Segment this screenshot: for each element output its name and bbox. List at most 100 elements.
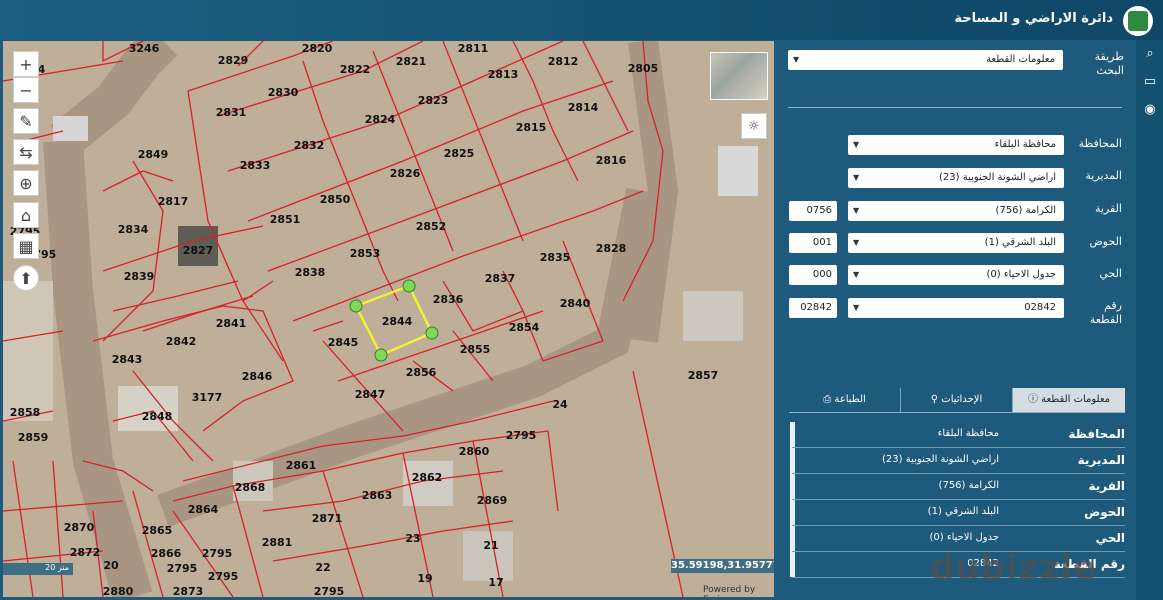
vertex-handle[interactable] xyxy=(349,299,363,313)
parcel-number-label: 2855 xyxy=(460,343,491,356)
parcel-number-label: 2835 xyxy=(540,251,571,264)
info-value: جدول الاحياء (0) xyxy=(929,532,1000,543)
parcel-number-label: 17 xyxy=(488,576,503,589)
info-tabs: ⓘ معلومات القطعة ⚲ الإحداثيات ⎙ الطباعة xyxy=(789,388,1125,412)
parcel-number-label: 2872 xyxy=(70,546,101,559)
chevron-down-icon: ▼ xyxy=(853,238,860,247)
overview-map[interactable] xyxy=(710,52,768,100)
parcel-number-label: 2848 xyxy=(142,410,173,423)
vertex-handle[interactable] xyxy=(402,279,416,293)
village-label: القرية xyxy=(1094,202,1122,215)
village-code-input[interactable]: 0756 xyxy=(789,201,837,221)
parcel-number-label: 2857 xyxy=(688,369,719,382)
chevron-down-icon: ▼ xyxy=(853,303,860,312)
chevron-down-icon: ▼ xyxy=(853,270,860,279)
parcel-number-label: 24 xyxy=(552,398,568,411)
parcel-number-label: 2880 xyxy=(103,585,134,597)
district-label: الحي xyxy=(1099,267,1122,280)
draw-icon[interactable]: ✎ xyxy=(13,108,39,134)
parcel-number-label: 2826 xyxy=(390,167,421,180)
tab-coordinates[interactable]: ⚲ الإحداثيات xyxy=(901,388,1013,412)
parcel-number-label: 2837 xyxy=(485,272,516,285)
parcel-number-label: 2858 xyxy=(10,406,41,419)
parcel-number-label: 22 xyxy=(315,561,330,574)
info-key: القرية xyxy=(1088,479,1125,493)
scale-bar: 20 متر xyxy=(3,563,73,575)
parcel-number-label: 2868 xyxy=(235,481,266,494)
parcel-number-label: 2811 xyxy=(458,42,489,55)
parcel-label: رقم القطعة xyxy=(1089,299,1122,326)
parcel-number-label: 2830 xyxy=(268,86,299,99)
parcel-number-label: 2840 xyxy=(560,297,591,310)
chevron-down-icon: ▼ xyxy=(793,55,800,64)
directorate-select[interactable]: ▼ اراضي الشونة الجنوبية (23) xyxy=(848,168,1064,188)
parcel-code-input[interactable]: 02842 xyxy=(789,298,837,318)
governorate-value: محافظة البلقاء xyxy=(994,139,1056,150)
parcel-number-label: 23 xyxy=(405,532,420,545)
pin-icon: ⚲ xyxy=(930,394,939,405)
parcel-number-label: 2815 xyxy=(516,121,547,134)
search-panel: طريقة البحث ▼ معلومات القطعة المحافظة ▼ م… xyxy=(778,40,1136,600)
parcel-number-label: 2841 xyxy=(216,317,247,330)
parcel-number-label: 2817 xyxy=(158,195,189,208)
measure-icon[interactable]: ⇆ xyxy=(13,139,39,165)
tabs-divider xyxy=(789,412,1125,413)
vertex-handle[interactable] xyxy=(425,326,439,340)
parcel-number-label: 2833 xyxy=(240,159,271,172)
search-icon[interactable]: ⌕ xyxy=(1140,46,1160,66)
tab-coordinates-label: الإحداثيات xyxy=(941,394,983,405)
parcel-number-label: 2839 xyxy=(124,270,155,283)
district-select[interactable]: ▼ جدول الاحياء (0) xyxy=(848,265,1064,285)
search-method-label: طريقة البحث xyxy=(1094,50,1124,77)
governorate-label: المحافظة xyxy=(1078,137,1122,150)
layers-icon[interactable]: ▦ xyxy=(13,233,39,259)
info-key: الحوض xyxy=(1084,505,1125,519)
parcel-number-label: 21 xyxy=(483,539,498,552)
watermark-logo: dubizzle xyxy=(930,548,1097,588)
home-icon[interactable]: ⌂ xyxy=(13,202,39,228)
village-select[interactable]: ▼ الكرامة (756) xyxy=(848,201,1064,221)
tab-print-label: الطباعة xyxy=(834,394,866,405)
parcel-number-label: 2812 xyxy=(548,55,579,68)
parcel-map: 3246288428202829282228212811281328122805… xyxy=(3,41,774,597)
tab-print[interactable]: ⎙ الطباعة xyxy=(789,388,901,412)
app-title: دائرة الاراضي و المساحة xyxy=(954,11,1113,26)
district-code-input[interactable]: 000 xyxy=(789,265,837,285)
parcel-number-label: 2864 xyxy=(188,503,219,516)
vertex-handle[interactable] xyxy=(374,348,388,362)
info-row-directorate: المديرية اراضي الشونة الجنوبية (23) xyxy=(792,448,1125,474)
parcel-number-label: 2866 xyxy=(151,547,182,560)
parcel-select[interactable]: ▼ 02842 xyxy=(848,298,1064,318)
governorate-select[interactable]: ▼ محافظة البلقاء xyxy=(848,135,1064,155)
locate-icon[interactable]: ⊕ xyxy=(13,170,39,196)
parcel-number-label: 2861 xyxy=(286,459,317,472)
parcel-number-label: 2823 xyxy=(418,94,449,107)
location-pin-icon[interactable]: ◉ xyxy=(1140,102,1160,122)
parcel-number-label: 2851 xyxy=(270,213,301,226)
wallet-icon[interactable]: ▭ xyxy=(1140,74,1160,94)
parcel-number-label: 2795 xyxy=(506,429,537,442)
compass-icon[interactable]: ⬆ xyxy=(13,265,39,291)
parcel-number-label: 2814 xyxy=(568,101,599,114)
directorate-value: اراضي الشونة الجنوبية (23) xyxy=(939,172,1056,183)
parcel-number-label: 2821 xyxy=(396,55,427,68)
parcel-number-label: 2834 xyxy=(118,223,149,236)
parcel-number-label: 2822 xyxy=(340,63,371,76)
village-value: الكرامة (756) xyxy=(995,205,1056,216)
basin-code-input[interactable]: 001 xyxy=(789,233,837,253)
basin-select[interactable]: ▼ البلد الشرقي (1) xyxy=(848,233,1064,253)
parcel-number-label: 2795 xyxy=(202,547,233,560)
parcel-value: 02842 xyxy=(1024,302,1056,313)
zoom-in-button[interactable]: + xyxy=(13,51,39,77)
info-value: اراضي الشونة الجنوبية (23) xyxy=(882,454,999,465)
search-method-select[interactable]: ▼ معلومات القطعة xyxy=(788,50,1063,70)
parcel-number-label: 2869 xyxy=(477,494,508,507)
info-key: المحافظة xyxy=(1068,427,1125,441)
chevron-down-icon: ▼ xyxy=(853,206,860,215)
daylight-icon[interactable]: ☼ xyxy=(741,113,767,139)
parcel-number-label: 2824 xyxy=(365,113,396,126)
parcel-number-label: 2845 xyxy=(328,336,359,349)
tab-parcel-info[interactable]: ⓘ معلومات القطعة xyxy=(1013,388,1125,412)
zoom-out-button[interactable]: − xyxy=(13,77,39,103)
map-view[interactable]: 3246288428202829282228212811281328122805… xyxy=(3,41,774,597)
